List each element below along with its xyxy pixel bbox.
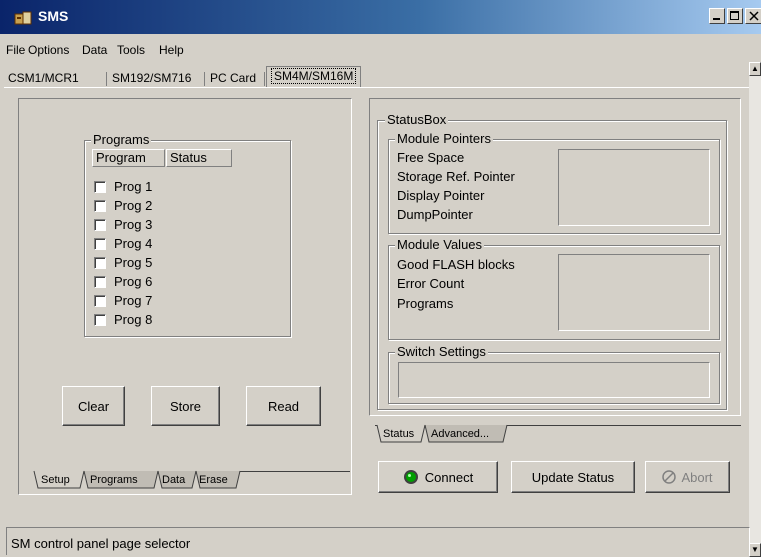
tab-separator	[264, 72, 265, 86]
prog7-checkbox[interactable]	[94, 295, 106, 307]
prog4-label: Prog 4	[114, 236, 153, 251]
tab-separator	[106, 72, 107, 86]
status-bar-text: SM control panel page selector	[11, 536, 191, 551]
prog6-checkbox[interactable]	[94, 276, 106, 288]
good-flash-blocks-label: Good FLASH blocks	[397, 257, 515, 272]
abort-button[interactable]: Abort	[645, 461, 730, 493]
window-title: SMS	[38, 8, 69, 24]
tab-separator	[204, 72, 205, 86]
prog8-label: Prog 8	[114, 312, 153, 327]
tab-sm4m-sm16m[interactable]: SM4M/SM16M	[266, 66, 362, 87]
prog2-checkbox[interactable]	[94, 200, 106, 212]
storage-ref-pointer-label: Storage Ref. Pointer	[397, 169, 515, 184]
prog5-label: Prog 5	[114, 255, 153, 270]
menu-file[interactable]: File	[6, 43, 25, 57]
tab-erase[interactable]: Erase	[199, 474, 228, 486]
tab-data[interactable]: Data	[162, 474, 185, 486]
vertical-scrollbar[interactable]	[749, 62, 761, 557]
abort-button-label: Abort	[681, 469, 713, 485]
column-header-program[interactable]: Program	[92, 149, 165, 167]
minimize-button[interactable]	[709, 8, 725, 24]
clear-button[interactable]: Clear	[62, 386, 125, 426]
menu-tools[interactable]: Tools	[117, 43, 145, 57]
prog1-checkbox[interactable]	[94, 181, 106, 193]
switch-settings-display	[398, 362, 710, 398]
free-space-label: Free Space	[397, 150, 465, 165]
scroll-down-arrow-icon[interactable]: ▼	[749, 543, 761, 557]
prog2-label: Prog 2	[114, 198, 153, 213]
read-button[interactable]: Read	[246, 386, 321, 426]
tab-programs[interactable]: Programs	[90, 474, 138, 486]
module-pointers-label: Module Pointers	[395, 131, 493, 146]
error-count-label: Error Count	[397, 276, 465, 291]
menu-help[interactable]: Help	[159, 43, 184, 57]
maximize-button[interactable]	[727, 8, 743, 24]
abort-icon	[662, 470, 677, 484]
store-button[interactable]: Store	[151, 386, 220, 426]
switch-settings-label: Switch Settings	[395, 344, 488, 359]
update-status-button[interactable]: Update Status	[511, 461, 635, 493]
values-display	[558, 254, 710, 331]
tab-sm4m-sm16m-label: SM4M/SM16M	[271, 68, 357, 84]
prog1-label: Prog 1	[114, 179, 153, 194]
tab-status[interactable]: Status	[383, 428, 414, 440]
tab-panel-edge	[4, 87, 749, 88]
tab-csm1-mcr1[interactable]: CSM1/MCR1	[4, 69, 83, 87]
prog5-checkbox[interactable]	[94, 257, 106, 269]
prog7-label: Prog 7	[114, 293, 153, 308]
menu-data[interactable]: Data	[82, 43, 107, 57]
connect-button-label: Connect	[424, 469, 474, 485]
menu-bar	[0, 34, 761, 62]
module-values-label: Module Values	[395, 237, 485, 252]
dump-pointer-label: DumpPointer	[397, 207, 473, 222]
column-header-status[interactable]: Status	[166, 149, 232, 167]
pointers-display	[558, 149, 710, 226]
tab-sm192-sm716[interactable]: SM192/SM716	[108, 69, 195, 87]
prog4-checkbox[interactable]	[94, 238, 106, 250]
programs-count-label: Programs	[397, 296, 454, 311]
tab-advanced[interactable]: Advanced...	[431, 428, 489, 440]
prog3-label: Prog 3	[114, 217, 153, 232]
prog3-checkbox[interactable]	[94, 219, 106, 231]
prog8-checkbox[interactable]	[94, 314, 106, 326]
prog6-label: Prog 6	[114, 274, 153, 289]
title-bar	[0, 0, 761, 34]
app-icon	[14, 10, 32, 26]
statusbox-label: StatusBox	[385, 112, 449, 127]
tab-pc-card[interactable]: PC Card	[206, 69, 260, 87]
scroll-up-arrow-icon[interactable]: ▲	[749, 62, 761, 76]
display-pointer-label: Display Pointer	[397, 188, 485, 203]
connect-button[interactable]: Connect	[378, 461, 498, 493]
close-button[interactable]	[745, 8, 761, 24]
tab-setup[interactable]: Setup	[41, 474, 70, 486]
menu-options[interactable]: Options	[28, 43, 69, 57]
programs-group-label: Programs	[91, 132, 152, 147]
connect-led-icon	[403, 470, 418, 484]
